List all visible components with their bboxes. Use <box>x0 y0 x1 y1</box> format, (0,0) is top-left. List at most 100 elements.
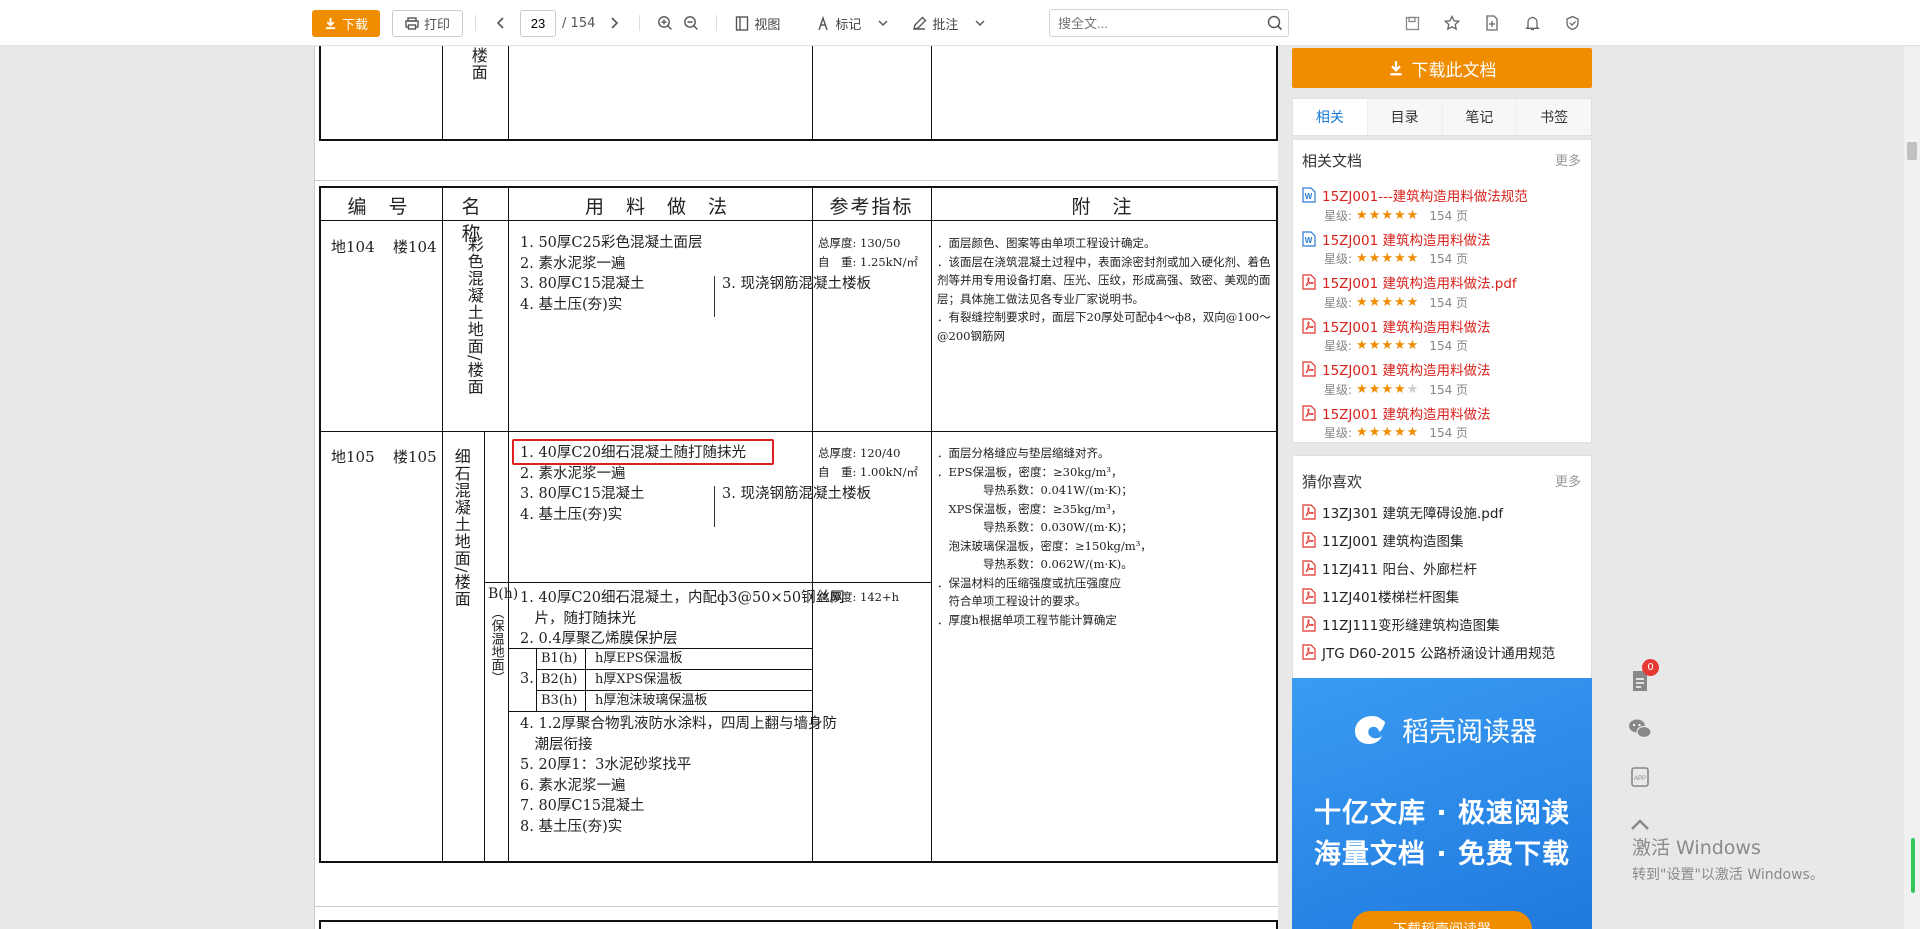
add-file-button[interactable] <box>1479 10 1505 36</box>
view-menu[interactable]: 视图 <box>729 14 786 33</box>
highlight-annotation[interactable] <box>512 439 774 465</box>
chevron-down-icon <box>975 20 985 26</box>
annotate-menu[interactable]: 批注 <box>906 14 991 33</box>
recommend-list: 13ZJ301 建筑无障碍设施.pdf 11ZJ001 建筑构造图集 11ZJ411… <box>1302 498 1583 666</box>
row105-note: XPS保温板，密度：≥35kg/m³， <box>937 501 1123 516</box>
related-doc-item[interactable]: 15ZJ001 建筑构造用料做法 星级: ★★★★★ 154 页 <box>1302 358 1583 402</box>
spec-table: 编 号 名 称 用 料 做 法 参考指标 附 注 地104 楼104 彩色混凝土… <box>319 186 1278 863</box>
related-doc-item[interactable]: W 15ZJ001 建筑构造用料做法 星级: ★★★★★ 154 页 <box>1302 228 1583 272</box>
reader-ad-banner[interactable]: 稻壳阅读器 十亿文库 · 极速阅读 海量文档 · 免费下载 下载稻壳阅读器 <box>1292 678 1592 929</box>
toolbar-divider <box>475 15 477 31</box>
related-doc-title[interactable]: 15ZJ001---建筑构造用料做法规范 <box>1322 185 1528 205</box>
row105-step: 4. 基土压(夯)实 <box>520 506 623 523</box>
table-column-line <box>442 46 443 139</box>
tab-related[interactable]: 相关 <box>1293 99 1368 135</box>
page-count: 154 页 <box>1429 252 1469 266</box>
highlighter-icon <box>818 15 829 30</box>
print-button[interactable]: 打印 <box>392 9 464 37</box>
chevron-left-icon <box>496 17 504 29</box>
zoom-in-icon <box>658 16 673 30</box>
related-more-link[interactable]: 更多 <box>1555 150 1581 171</box>
next-page-button[interactable] <box>601 10 627 36</box>
search-input[interactable] <box>1050 10 1262 36</box>
wechat-tool[interactable] <box>1622 711 1658 747</box>
document-page-24 <box>314 906 1278 929</box>
related-doc-item[interactable]: 15ZJ001 建筑构造用料做法 星级: ★★★★★ 154 页 <box>1302 402 1583 446</box>
recommend-doc-title[interactable]: 11ZJ411 阳台、外廊栏杆 <box>1322 558 1477 578</box>
row104-alt-step: 3. 现浇钢筋混凝土楼板 <box>722 276 871 292</box>
related-doc-title[interactable]: 15ZJ001 建筑构造用料做法.pdf <box>1322 272 1517 292</box>
notes-badge: 0 <box>1642 659 1659 676</box>
ad-brand: 稻壳阅读器 <box>1352 710 1537 749</box>
row105-note: 导热系数：0.062W/(m·K)。 <box>937 557 1133 571</box>
download-button[interactable]: 下载 <box>312 9 381 37</box>
mark-label: 标记 <box>835 17 862 33</box>
row104-step: 3. 80厚C15混凝土 <box>520 276 645 292</box>
related-doc-title[interactable]: 15ZJ001 建筑构造用料做法 <box>1322 316 1490 336</box>
row104-code-floor: 地104 <box>331 238 375 256</box>
b-step: 5. 20厚1：3水泥砂浆找平 <box>520 757 692 773</box>
chevron-up-icon <box>1631 819 1649 830</box>
tab-contents[interactable]: 目录 <box>1367 99 1443 135</box>
zoom-in-button[interactable] <box>652 10 678 36</box>
row105-alt-step: 3. 现浇钢筋混凝土楼板 <box>722 486 871 502</box>
download-document-button[interactable]: 下载此文档 <box>1292 48 1592 88</box>
svg-text:APP: APP <box>1634 776 1646 782</box>
favorite-button[interactable] <box>1439 10 1465 36</box>
b-step: 6. 素水泥浆一遍 <box>520 777 626 794</box>
recommend-doc-title[interactable]: JTG D60-2015 公路桥涵设计通用规范 <box>1322 642 1555 662</box>
scrollbar-thumb[interactable] <box>1907 142 1917 160</box>
recommend-doc-item[interactable]: 13ZJ301 建筑无障碍设施.pdf <box>1302 498 1583 526</box>
related-doc-item[interactable]: 15ZJ001 建筑构造用料做法.pdf 星级: ★★★★★ 154 页 <box>1302 271 1583 315</box>
recommend-doc-item[interactable]: JTG D60-2015 公路桥涵设计通用规范 <box>1302 638 1583 666</box>
row105-note: 导热系数：0.030W/(m·K)； <box>937 520 1133 534</box>
row105-note: 导热系数：0.041W/(m·K)； <box>937 483 1133 497</box>
document-viewer[interactable]: 楼面 22 编 号 名 称 <box>0 46 1278 929</box>
page-scrollbar[interactable] <box>1904 46 1920 929</box>
tab-notes[interactable]: 笔记 <box>1442 99 1518 135</box>
name-cell-fragment: 楼面 <box>468 47 488 81</box>
header-indicator: 参考指标 <box>829 196 914 218</box>
spec-table-fragment: 楼面 <box>319 46 1278 141</box>
ad-download-button[interactable]: 下载稻壳阅读器 <box>1352 911 1532 929</box>
b-option-desc: h厚XPS保温板 <box>595 672 683 687</box>
row104-thickness: 总厚度: 130/50 <box>818 236 901 250</box>
recommend-doc-title[interactable]: 11ZJ111变形缝建筑构造图集 <box>1322 614 1500 634</box>
page-number-input[interactable] <box>520 9 557 37</box>
verify-button[interactable] <box>1559 10 1585 36</box>
recommend-doc-title[interactable]: 13ZJ301 建筑无障碍设施.pdf <box>1322 502 1503 522</box>
related-doc-item[interactable]: W 15ZJ001---建筑构造用料做法规范 星级: ★★★★★ 154 页 <box>1302 184 1583 228</box>
spec-table-next <box>319 920 1278 929</box>
prev-page-button[interactable] <box>488 10 514 36</box>
save-button[interactable] <box>1399 10 1425 36</box>
related-doc-title[interactable]: 15ZJ001 建筑构造用料做法 <box>1322 403 1490 423</box>
toolbar-divider <box>639 15 641 31</box>
tab-bookmarks[interactable]: 书签 <box>1517 99 1591 135</box>
download-icon <box>1389 61 1402 76</box>
b-option-desc: h厚EPS保温板 <box>595 651 683 666</box>
page-count: 154 页 <box>1429 426 1469 440</box>
svg-text:W: W <box>1305 192 1313 201</box>
rating-stars: ★★★★★ <box>1356 294 1420 310</box>
page-count: 154 页 <box>1429 295 1469 310</box>
recommend-doc-item[interactable]: 11ZJ401楼梯栏杆图集 <box>1302 582 1583 610</box>
recommend-doc-item[interactable]: 11ZJ111变形缝建筑构造图集 <box>1302 610 1583 638</box>
notes-tool[interactable]: 0 <box>1622 659 1659 699</box>
notification-button[interactable] <box>1519 10 1545 36</box>
ad-brand-name: 稻壳阅读器 <box>1402 717 1537 748</box>
related-doc-title[interactable]: 15ZJ001 建筑构造用料做法 <box>1322 229 1490 249</box>
b-step: 潮层衔接 <box>520 736 593 753</box>
search-button[interactable] <box>1262 15 1288 31</box>
related-doc-title[interactable]: 15ZJ001 建筑构造用料做法 <box>1322 359 1490 379</box>
recommend-more-link[interactable]: 更多 <box>1555 471 1581 492</box>
recommend-doc-item[interactable]: 11ZJ411 阳台、外廊栏杆 <box>1302 554 1583 582</box>
mark-menu[interactable]: 标记 <box>810 14 894 33</box>
recommend-doc-title[interactable]: 11ZJ401楼梯栏杆图集 <box>1322 586 1459 606</box>
recommend-doc-item[interactable]: 11ZJ001 建筑构造图集 <box>1302 526 1583 554</box>
related-doc-item[interactable]: 15ZJ001 建筑构造用料做法 星级: ★★★★★ 154 页 <box>1302 315 1583 359</box>
b-option-code: B3(h) <box>541 693 578 708</box>
zoom-out-button[interactable] <box>678 10 704 36</box>
table-subrow-line <box>812 582 931 583</box>
recommend-doc-title[interactable]: 11ZJ001 建筑构造图集 <box>1322 530 1463 550</box>
app-tool[interactable]: APP <box>1622 759 1658 795</box>
